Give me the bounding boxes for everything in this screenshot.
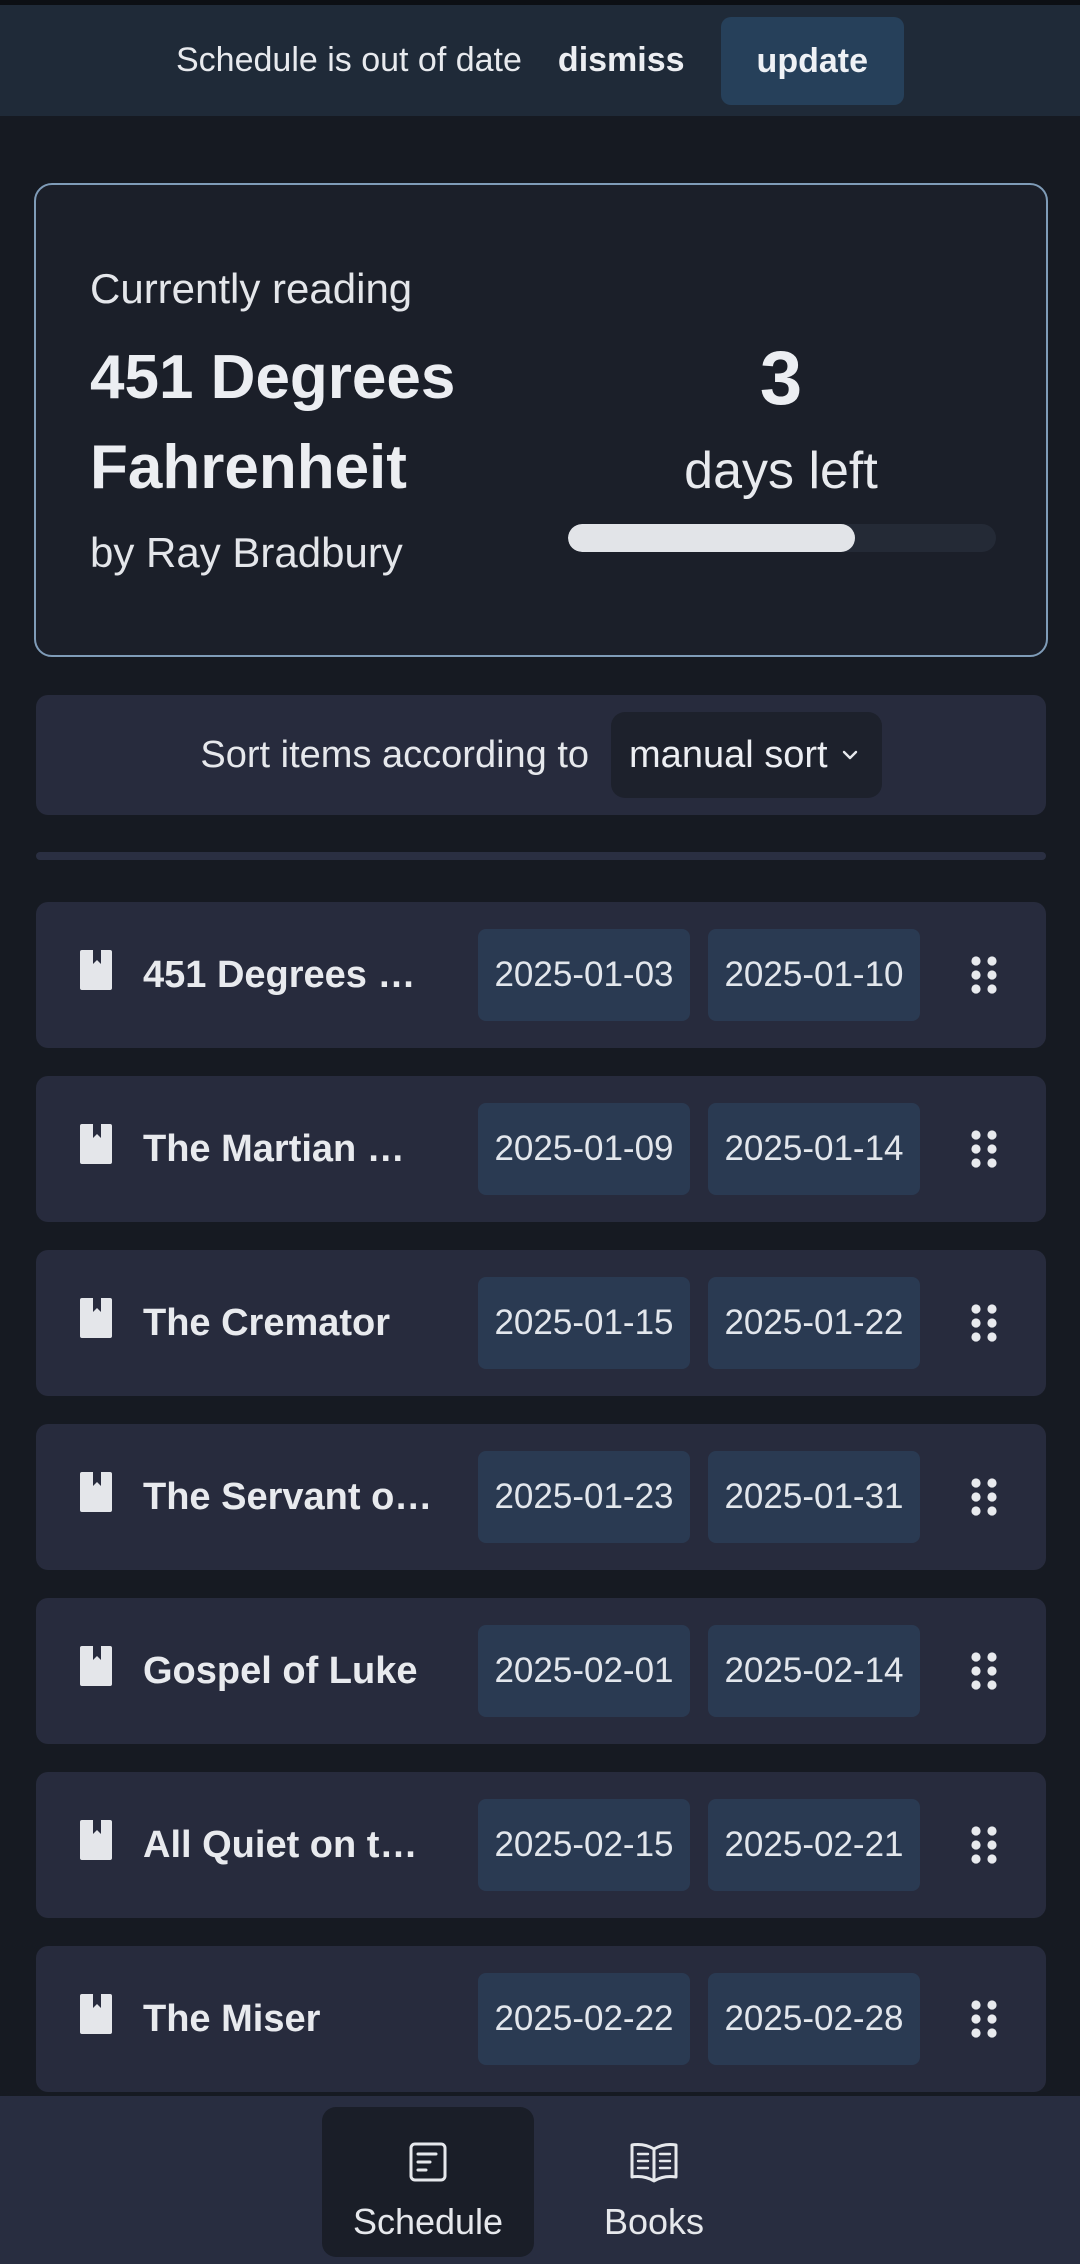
- dismiss-button[interactable]: dismiss: [558, 41, 685, 80]
- list-item[interactable]: Gospel of Luke 2025-02-01 2025-02-14: [36, 1598, 1046, 1744]
- book-icon: [80, 1472, 112, 1512]
- book-icon: [80, 1646, 112, 1686]
- out-of-date-banner: Schedule is out of date dismiss update: [0, 0, 1080, 116]
- banner-message: Schedule is out of date: [176, 41, 522, 79]
- item-title: The Cremator: [143, 1301, 391, 1344]
- item-title: All Quiet on th…: [143, 1823, 433, 1866]
- drag-handle-icon[interactable]: [968, 955, 1000, 995]
- book-icon: [80, 1298, 112, 1338]
- sort-selected-value: manual sort: [629, 733, 828, 776]
- reading-progress-bar: [568, 524, 996, 552]
- end-date-chip[interactable]: 2025-02-14: [708, 1625, 920, 1717]
- drag-handle-icon[interactable]: [968, 1651, 1000, 1691]
- list-item[interactable]: The Miser 2025-02-22 2025-02-28: [36, 1946, 1046, 2092]
- start-date-chip[interactable]: 2025-01-15: [478, 1277, 690, 1369]
- current-book-author: by Ray Bradbury: [90, 529, 403, 576]
- sort-label: Sort items according to: [200, 733, 590, 776]
- start-date-chip[interactable]: 2025-01-23: [478, 1451, 690, 1543]
- current-book-title: 451 Degrees Fahrenheit: [90, 343, 456, 502]
- book-icon: [80, 950, 112, 990]
- open-book-icon: [630, 2143, 678, 2183]
- tab-schedule-label: Schedule: [352, 2201, 504, 2242]
- tab-books[interactable]: Books: [548, 2107, 760, 2257]
- end-date-chip[interactable]: 2025-01-31: [708, 1451, 920, 1543]
- end-date-chip[interactable]: 2025-01-22: [708, 1277, 920, 1369]
- start-date-chip[interactable]: 2025-01-03: [478, 929, 690, 1021]
- days-left-label: days left: [684, 442, 878, 500]
- currently-reading-label: Currently reading: [90, 265, 413, 312]
- book-icon: [80, 1994, 112, 2034]
- item-title: The Martian …: [143, 1127, 405, 1170]
- bottom-nav: Schedule Books: [0, 2096, 1080, 2264]
- end-date-chip[interactable]: 2025-01-14: [708, 1103, 920, 1195]
- list-item[interactable]: The Servant o… 2025-01-23 2025-01-31: [36, 1424, 1046, 1570]
- drag-handle-icon[interactable]: [968, 1999, 1000, 2039]
- update-button[interactable]: update: [720, 16, 904, 105]
- tab-books-label: Books: [603, 2201, 705, 2242]
- divider: [36, 852, 1046, 860]
- drag-handle-icon[interactable]: [968, 1477, 1000, 1517]
- reading-list: 451 Degrees … 2025-01-03 2025-01-10 The …: [36, 902, 1046, 2120]
- sort-bar: Sort items according to manual sort: [36, 695, 1046, 815]
- book-icon: [80, 1820, 112, 1860]
- chevron-down-icon: [842, 750, 857, 760]
- drag-handle-icon[interactable]: [968, 1825, 1000, 1865]
- end-date-chip[interactable]: 2025-01-10: [708, 929, 920, 1021]
- sort-select[interactable]: manual sort: [611, 712, 882, 798]
- tab-schedule[interactable]: Schedule: [322, 2107, 534, 2257]
- item-title: The Miser: [143, 1997, 321, 2040]
- list-item[interactable]: The Martian … 2025-01-09 2025-01-14: [36, 1076, 1046, 1222]
- end-date-chip[interactable]: 2025-02-21: [708, 1799, 920, 1891]
- list-item[interactable]: All Quiet on th… 2025-02-15 2025-02-21: [36, 1772, 1046, 1918]
- list-item[interactable]: The Cremator 2025-01-15 2025-01-22: [36, 1250, 1046, 1396]
- schedule-icon: [409, 2142, 447, 2182]
- item-title: The Servant o…: [143, 1475, 433, 1518]
- days-left-count: 3: [759, 336, 803, 421]
- start-date-chip[interactable]: 2025-02-15: [478, 1799, 690, 1891]
- drag-handle-icon[interactable]: [968, 1129, 1000, 1169]
- item-title: 451 Degrees …: [143, 953, 416, 996]
- item-title: Gospel of Luke: [143, 1649, 418, 1692]
- book-icon: [80, 1124, 112, 1164]
- start-date-chip[interactable]: 2025-01-09: [478, 1103, 690, 1195]
- start-date-chip[interactable]: 2025-02-22: [478, 1973, 690, 2065]
- reading-progress-fill: [568, 524, 855, 552]
- list-item[interactable]: 451 Degrees … 2025-01-03 2025-01-10: [36, 902, 1046, 1048]
- start-date-chip[interactable]: 2025-02-01: [478, 1625, 690, 1717]
- drag-handle-icon[interactable]: [968, 1303, 1000, 1343]
- end-date-chip[interactable]: 2025-02-28: [708, 1973, 920, 2065]
- currently-reading-card: Currently reading 451 Degrees Fahrenheit…: [34, 183, 1048, 657]
